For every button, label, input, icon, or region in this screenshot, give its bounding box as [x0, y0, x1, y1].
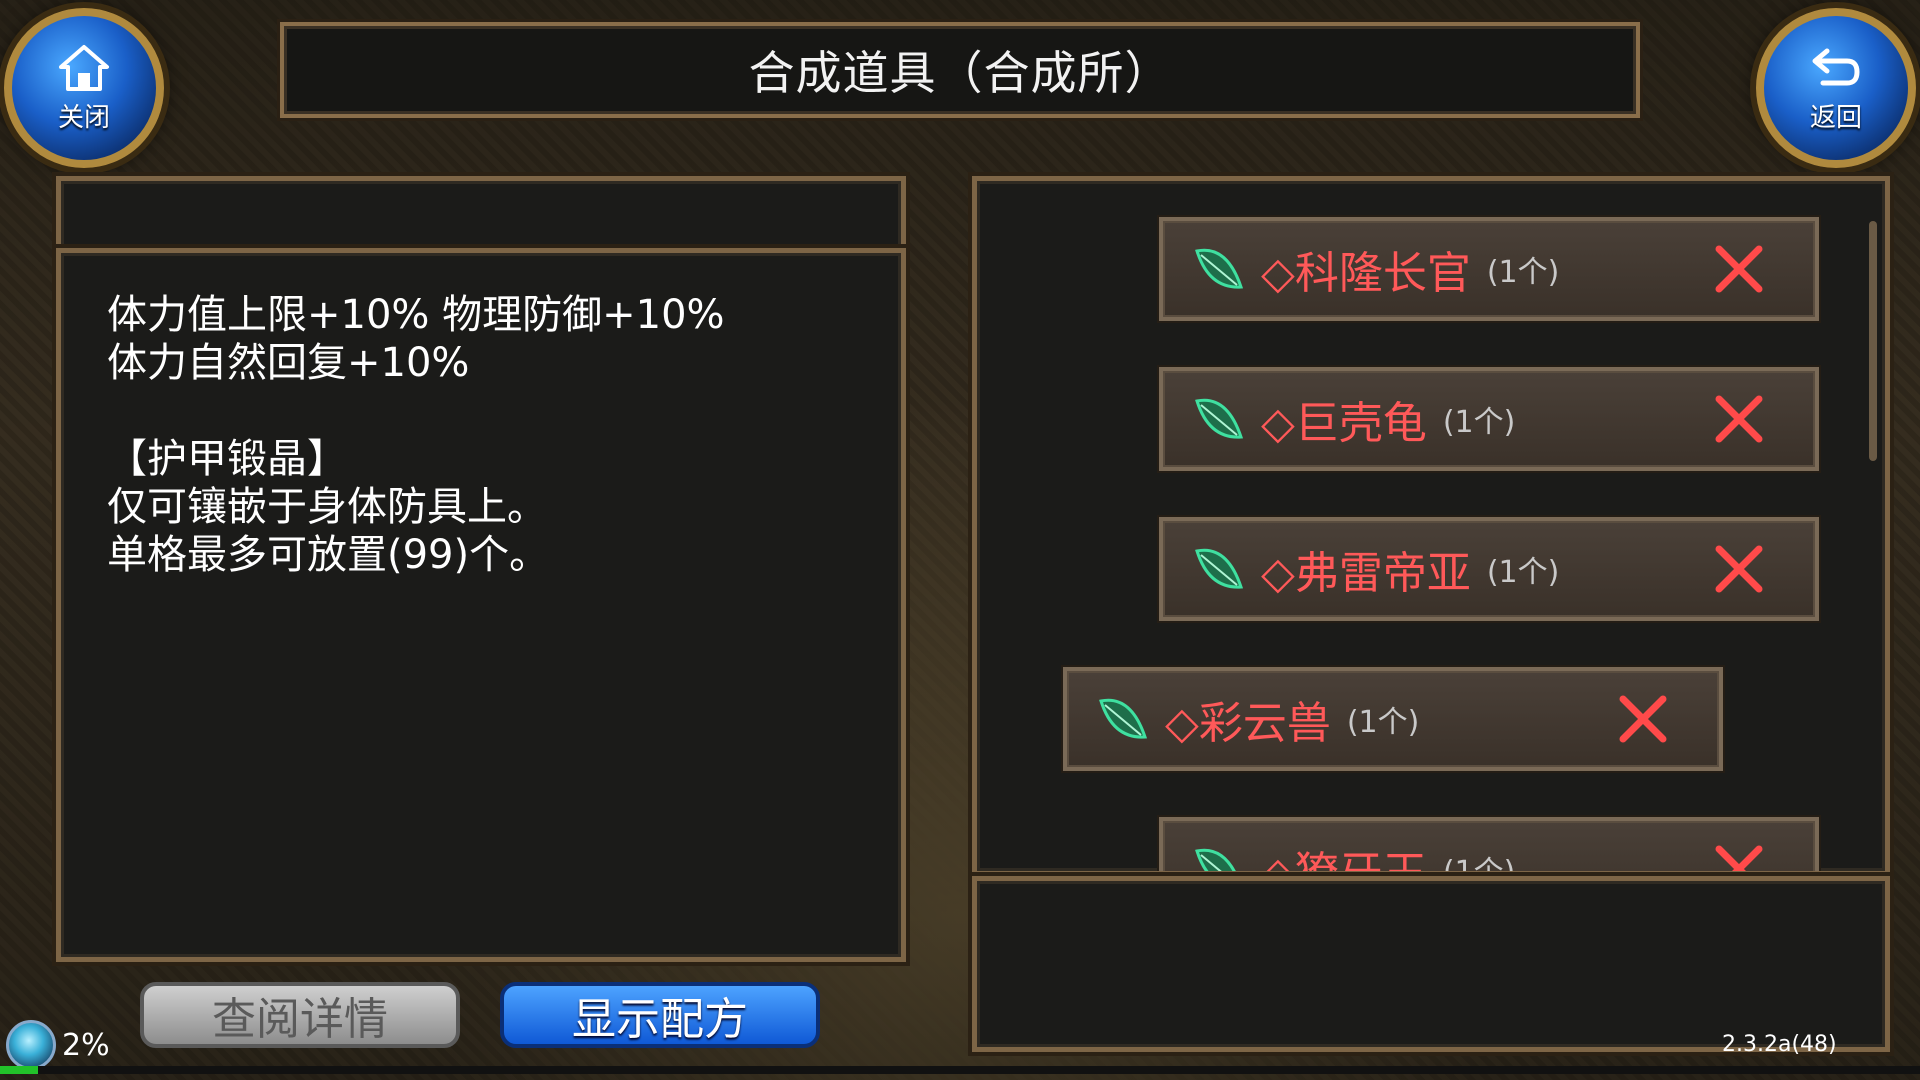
material-quantity: (1个)	[1442, 405, 1516, 440]
cross-icon	[1715, 545, 1763, 593]
material-item[interactable]: ◇巨壳龟 (1个)	[1159, 367, 1819, 471]
back-button[interactable]: 返回	[1756, 8, 1916, 168]
view-details-button[interactable]: 查阅详情	[140, 982, 460, 1048]
home-icon	[59, 44, 109, 91]
close-button[interactable]: 关闭	[4, 8, 164, 168]
item-description-panel: 体力值上限+10% 物理防御+10% 体力自然回复+10% 【护甲锻晶】 仅可镶…	[56, 248, 906, 962]
material-quantity: (1个)	[1442, 855, 1516, 876]
page-title: 合成道具（合成所）	[748, 46, 1172, 100]
material-name: ◇巨壳龟	[1261, 398, 1427, 449]
material-item[interactable]: ◇科隆长官 (1个)	[1159, 217, 1819, 321]
item-header-panel	[56, 176, 906, 252]
material-quantity: (1个)	[1486, 255, 1560, 290]
cross-icon	[1715, 245, 1763, 293]
back-label: 返回	[1809, 102, 1862, 133]
leaf-icon	[1195, 398, 1244, 439]
return-arrow-icon	[1812, 48, 1860, 85]
list-scrollbar[interactable]	[1869, 221, 1877, 461]
leaf-icon	[1195, 548, 1244, 589]
material-quantity: (1个)	[1486, 555, 1560, 590]
loading-orb-icon	[6, 1020, 56, 1070]
leaf-icon	[1099, 698, 1148, 739]
material-item[interactable]: ◇獠牙王 (1个)	[1159, 817, 1819, 876]
progress-percent: 2%	[62, 1028, 110, 1063]
material-name: ◇彩云兽	[1165, 698, 1331, 749]
cross-icon	[1715, 845, 1763, 871]
material-item[interactable]: ◇彩云兽 (1个)	[1063, 667, 1723, 771]
item-description: 体力值上限+10% 物理防御+10% 体力自然回复+10% 【护甲锻晶】 仅可镶…	[107, 292, 725, 578]
close-label: 关闭	[57, 102, 110, 133]
title-bar: 合成道具（合成所）	[280, 22, 1640, 118]
material-quantity: (1个)	[1346, 705, 1420, 740]
progress-bar	[0, 1066, 1920, 1074]
cross-icon	[1715, 395, 1763, 443]
show-recipe-button[interactable]: 显示配方	[500, 982, 820, 1048]
material-name: ◇科隆长官	[1261, 248, 1471, 299]
cross-icon	[1619, 695, 1667, 743]
leaf-icon	[1195, 248, 1244, 289]
result-panel	[972, 876, 1890, 1052]
material-item[interactable]: ◇弗雷帝亚 (1个)	[1159, 517, 1819, 621]
material-name: ◇獠牙王	[1261, 848, 1427, 876]
progress-bar-fill	[0, 1066, 39, 1074]
material-name: ◇弗雷帝亚	[1261, 548, 1471, 599]
version-label: 2.3.2a(48)	[1722, 1032, 1837, 1057]
leaf-icon	[1195, 848, 1236, 871]
material-list-panel[interactable]: ◇科隆长官 (1个) ◇巨壳龟 (1个) ◇弗雷帝亚 (1个) ◇彩云兽 (1个…	[972, 176, 1890, 876]
